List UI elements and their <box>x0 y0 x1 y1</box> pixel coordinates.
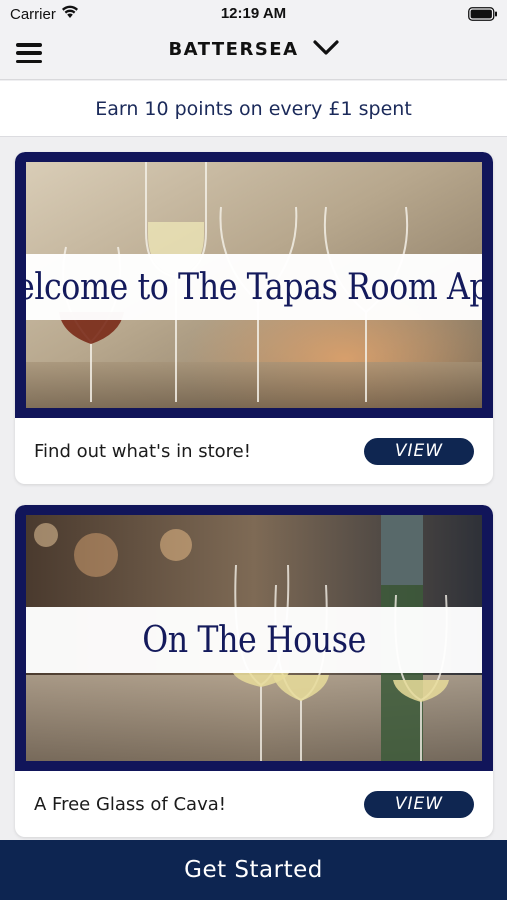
get-started-label: Get Started <box>184 857 323 883</box>
cava-glasses-photo: On The House <box>26 515 482 761</box>
status-bar: Carrier 12:19 AM <box>0 0 507 28</box>
wine-glasses-photo: Welcome to The Tapas Room App! <box>26 162 482 408</box>
battery-icon <box>468 7 498 25</box>
status-time: 12:19 AM <box>220 5 287 22</box>
promo-card-on-the-house[interactable]: On The House A Free Glass of Cava! VIEW <box>15 505 493 837</box>
nav-header: BATTERSEA <box>0 28 507 80</box>
points-banner: Earn 10 points on every £1 spent <box>0 81 507 137</box>
promo-card-welcome[interactable]: Welcome to The Tapas Room App! Find out … <box>15 152 493 484</box>
card-image-title: On The House <box>142 619 366 661</box>
view-button[interactable]: VIEW <box>364 790 474 818</box>
card-banner: Welcome to The Tapas Room App! <box>26 254 482 320</box>
card-image: On The House <box>15 505 493 771</box>
chevron-down-icon[interactable] <box>312 39 339 60</box>
get-started-button[interactable]: Get Started <box>0 840 507 900</box>
location-name: BATTERSEA <box>168 39 299 60</box>
card-banner: On The House <box>26 607 482 673</box>
card-description: Find out what's in store! <box>34 440 251 462</box>
card-description: A Free Glass of Cava! <box>34 793 226 815</box>
card-footer: A Free Glass of Cava! VIEW <box>15 771 493 837</box>
view-button[interactable]: VIEW <box>364 437 474 465</box>
card-image: Welcome to The Tapas Room App! <box>15 152 493 418</box>
card-footer: Find out what's in store! VIEW <box>15 418 493 484</box>
card-image-title: Welcome to The Tapas Room App! <box>26 266 482 308</box>
points-text: Earn 10 points on every £1 spent <box>95 97 412 120</box>
location-selector[interactable]: BATTERSEA <box>0 39 507 60</box>
